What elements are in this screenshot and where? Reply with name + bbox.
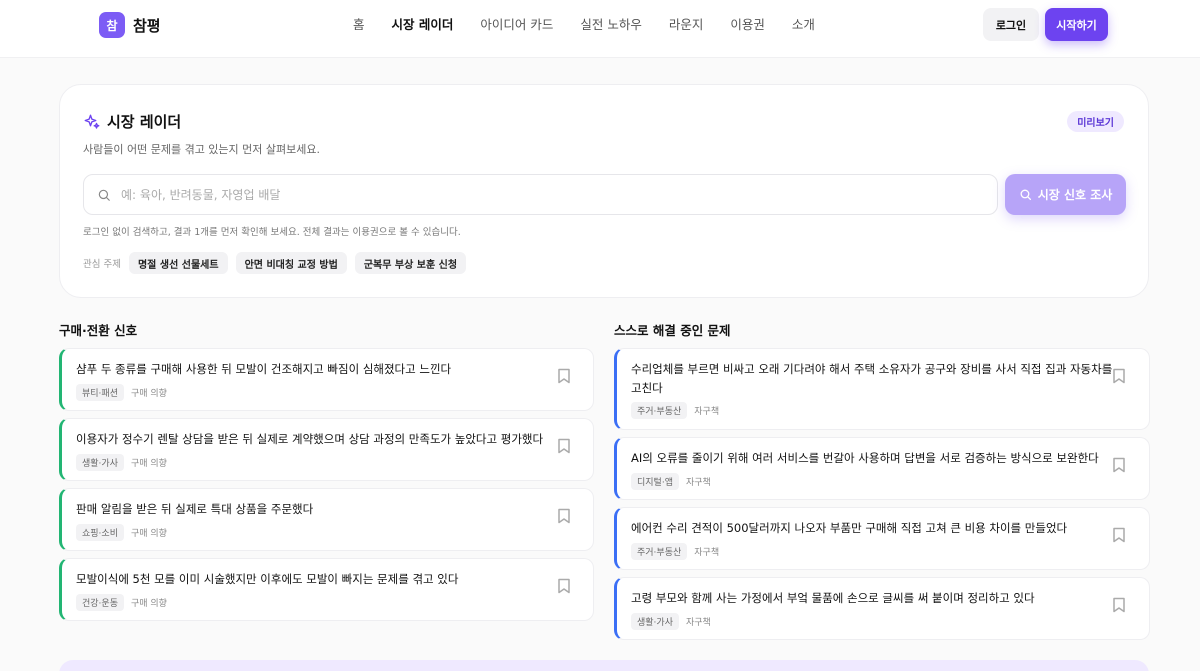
topics-label: 관심 주제 xyxy=(83,259,121,270)
signal-type: 자구책 xyxy=(694,548,720,558)
preview-badge: 미리보기 xyxy=(1067,111,1124,132)
category-tag: 주거·부동산 xyxy=(631,543,688,560)
signal-tags: 쇼핑·소비 구매 의향 xyxy=(76,524,167,541)
problem-tags: 주거·부동산 자구책 xyxy=(631,402,719,419)
topic-chip[interactable]: 군복무 부상 보훈 신청 xyxy=(354,252,467,274)
radar-title: 시장 레이더 xyxy=(107,113,182,131)
search-input[interactable] xyxy=(121,187,981,202)
category-tag: 주거·부동산 xyxy=(631,402,688,419)
top-header: 참 참평 홈 시장 레이더 아이디어 카드 실전 노하우 라운지 이용권 소개 … xyxy=(0,0,1200,58)
problem-card[interactable]: AI의 오류를 줄이기 위해 여러 서비스를 번갈아 사용하며 답변을 서로 검… xyxy=(614,437,1150,500)
category-tag: 생활·가사 xyxy=(76,454,124,471)
problem-card[interactable]: 고령 부모와 함께 사는 가정에서 부엌 물품에 손으로 글씨를 써 붙이며 정… xyxy=(614,577,1150,640)
bookmark-icon[interactable] xyxy=(1112,597,1126,613)
signal-card[interactable]: 판매 알림을 받은 뒤 실제로 특대 상품을 주문했다 쇼핑·소비 구매 의향 xyxy=(59,488,594,551)
problem-text-line: 수리업체를 부르면 비싸고 오래 기다려야 해서 주택 소유자가 공구와 장비를… xyxy=(631,362,1113,376)
bookmark-icon[interactable] xyxy=(1112,457,1126,473)
category-tag: 쇼핑·소비 xyxy=(76,524,124,541)
nav-idea-cards[interactable]: 아이디어 카드 xyxy=(480,16,553,34)
signal-type: 자구책 xyxy=(685,478,711,488)
problem-text: 에어컨 수리 견적이 500달러까지 나오자 부품만 구매해 직접 고쳐 큰 비… xyxy=(631,521,1068,535)
signal-tags: 건강·운동 구매 의향 xyxy=(76,594,167,611)
bottom-banner xyxy=(59,660,1149,671)
problem-text: AI의 오류를 줄이기 위해 여러 서비스를 번갈아 사용하며 답변을 서로 검… xyxy=(631,451,1099,465)
topic-chip[interactable]: 안면 비대칭 교정 방법 xyxy=(235,252,347,274)
problem-text-line: 고친다 xyxy=(631,381,663,395)
signal-card[interactable]: 모발이식에 5천 모를 이미 시술했지만 이후에도 모발이 빠지는 문제를 겪고… xyxy=(59,558,594,621)
category-tag: 뷰티·패션 xyxy=(76,384,124,401)
nav-market-radar[interactable]: 시장 레이더 xyxy=(392,16,454,34)
signal-tags: 뷰티·패션 구매 의향 xyxy=(76,384,167,401)
radar-subtitle: 사람들이 어떤 문제를 겪고 있는지 먼저 살펴보세요. xyxy=(83,143,320,156)
login-button[interactable]: 로그인 xyxy=(983,8,1039,41)
radar-heading: 시장 레이더 xyxy=(83,111,181,132)
signal-type: 자구책 xyxy=(694,407,720,417)
topic-chip[interactable]: 명절 생선 선물세트 xyxy=(128,252,228,274)
problem-card[interactable]: 에어컨 수리 견적이 500달러까지 나오자 부품만 구매해 직접 고쳐 큰 비… xyxy=(614,507,1150,570)
bookmark-icon[interactable] xyxy=(1112,368,1126,384)
problem-tags: 주거·부동산 자구책 xyxy=(631,543,719,560)
search-icon xyxy=(98,189,110,201)
signal-card[interactable]: 샴푸 두 종류를 구매해 사용한 뒤 모발이 건조해지고 빠짐이 심해졌다고 느… xyxy=(59,348,594,411)
signal-card[interactable]: 이용자가 정수기 렌탈 상담을 받은 뒤 실제로 계약했으며 상담 과정의 만족… xyxy=(59,418,594,481)
market-scan-button[interactable]: 시장 신호 조사 xyxy=(1005,174,1126,215)
search-box[interactable] xyxy=(83,174,998,215)
bookmark-icon[interactable] xyxy=(557,578,571,594)
brand-mark: 참 xyxy=(99,12,125,38)
nav-lounge[interactable]: 라운지 xyxy=(669,16,704,34)
problem-text: 고령 부모와 함께 사는 가정에서 부엌 물품에 손으로 글씨를 써 붙이며 정… xyxy=(631,591,1035,605)
bookmark-icon[interactable] xyxy=(557,508,571,524)
signal-text: 모발이식에 5천 모를 이미 시술했지만 이후에도 모발이 빠지는 문제를 겪고… xyxy=(76,572,459,586)
brand-name: 참평 xyxy=(133,16,161,35)
problem-card[interactable]: 수리업체를 부르면 비싸고 오래 기다려야 해서 주택 소유자가 공구와 장비를… xyxy=(614,348,1150,430)
signal-text: 판매 알림을 받은 뒤 실제로 특대 상품을 주문했다 xyxy=(76,502,314,516)
signal-type: 구매 의향 xyxy=(130,459,167,469)
nav-home[interactable]: 홈 xyxy=(353,16,365,34)
problem-tags: 생활·가사 자구책 xyxy=(631,613,711,630)
signal-tags: 생활·가사 구매 의향 xyxy=(76,454,167,471)
bookmark-icon[interactable] xyxy=(1112,527,1126,543)
category-tag: 건강·운동 xyxy=(76,594,124,611)
signal-type: 구매 의향 xyxy=(130,599,167,609)
signal-type: 자구책 xyxy=(685,618,711,628)
self-solve-title: 스스로 해결 중인 문제 xyxy=(614,323,731,338)
nav-about[interactable]: 소개 xyxy=(792,16,815,34)
start-button[interactable]: 시작하기 xyxy=(1045,8,1108,41)
nav-knowhow[interactable]: 실전 노하우 xyxy=(580,16,641,34)
purchase-signals-title: 구매·전환 신호 xyxy=(59,323,138,338)
market-radar-panel: 시장 레이더 미리보기 사람들이 어떤 문제를 겪고 있는지 먼저 살펴보세요.… xyxy=(59,84,1149,298)
brand-logo[interactable]: 참 참평 xyxy=(99,12,161,38)
problem-tags: 디지털·앱 자구책 xyxy=(631,473,711,490)
signal-text: 샴푸 두 종류를 구매해 사용한 뒤 모발이 건조해지고 빠짐이 심해졌다고 느… xyxy=(76,362,452,376)
sparkle-icon xyxy=(84,114,100,129)
category-tag: 디지털·앱 xyxy=(631,473,679,490)
main-nav: 홈 시장 레이더 아이디어 카드 실전 노하우 라운지 이용권 소개 xyxy=(353,16,842,34)
nav-pass[interactable]: 이용권 xyxy=(730,16,765,34)
radar-note: 로그인 없이 검색하고, 결과 1개를 먼저 확인해 보세요. 전체 결과는 이… xyxy=(83,227,461,238)
interest-topics: 관심 주제 명절 생선 선물세트 안면 비대칭 교정 방법 군복무 부상 보훈 … xyxy=(83,252,474,274)
signal-type: 구매 의향 xyxy=(130,529,167,539)
signal-text: 이용자가 정수기 렌탈 상담을 받은 뒤 실제로 계약했으며 상담 과정의 만족… xyxy=(76,432,544,446)
bookmark-icon[interactable] xyxy=(557,368,571,384)
category-tag: 생활·가사 xyxy=(631,613,679,630)
search-icon xyxy=(1020,189,1031,201)
bookmark-icon[interactable] xyxy=(557,438,571,454)
problem-text: 수리업체를 부르면 비싸고 오래 기다려야 해서 주택 소유자가 공구와 장비를… xyxy=(631,360,1112,398)
market-scan-label: 시장 신호 조사 xyxy=(1037,188,1113,202)
signal-type: 구매 의향 xyxy=(130,389,167,399)
